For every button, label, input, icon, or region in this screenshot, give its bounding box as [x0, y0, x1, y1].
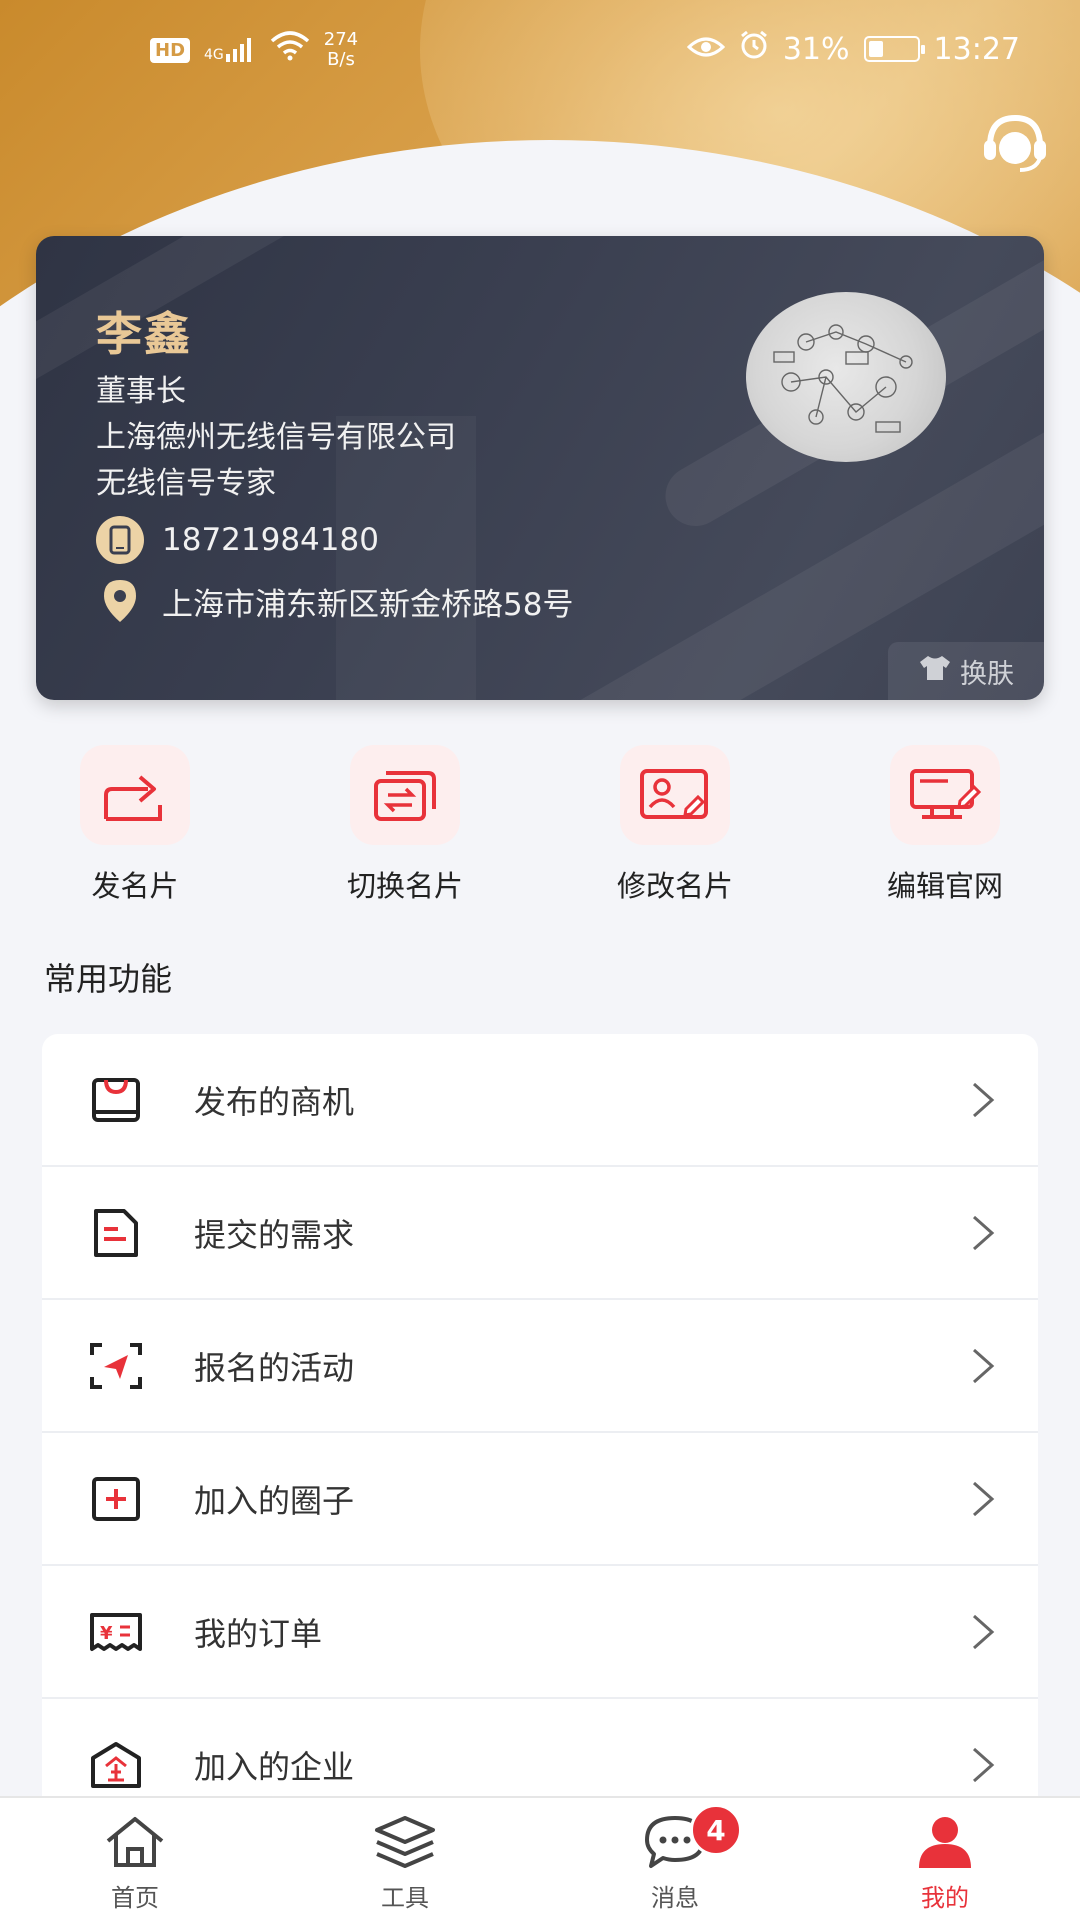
change-skin-button[interactable]: 换肤 [888, 642, 1044, 700]
chevron-right-icon [962, 1479, 1002, 1519]
card-slogan: 无线信号专家 [96, 466, 276, 501]
chevron-right-icon [962, 1745, 1002, 1785]
plus-box-icon [86, 1469, 146, 1529]
svg-text:¥: ¥ [100, 1623, 113, 1644]
quick-action-edit-website[interactable]: 编辑官网 [835, 745, 1055, 905]
signal-icon: 4G [204, 38, 256, 62]
chevron-right-icon [962, 1612, 1002, 1652]
document-icon [86, 1203, 146, 1263]
card-name: 李鑫 [96, 307, 192, 361]
card-company: 上海德州无线信号有限公司 [96, 420, 456, 455]
section-title: 常用功能 [44, 960, 173, 998]
list-item[interactable]: ¥ 我的订单 [42, 1566, 1038, 1699]
tab-home[interactable]: 首页 [0, 1798, 270, 1920]
hd-indicator: HD [150, 37, 191, 63]
shirt-icon [918, 654, 952, 689]
card-address: 上海市浦东新区新金桥路58号 [162, 586, 574, 623]
card-job-title: 董事长 [96, 374, 186, 409]
edit-card-icon [620, 745, 730, 845]
customer-service-icon[interactable] [980, 112, 1050, 174]
wifi-icon [270, 31, 310, 69]
business-card[interactable]: 李鑫 董事长 上海德州无线信号有限公司 无线信号专家 18721984180 上… [36, 236, 1044, 700]
card-phone: 18721984180 [162, 522, 379, 558]
chevron-right-icon [962, 1213, 1002, 1253]
quick-action-switch-card[interactable]: 切换名片 [295, 745, 515, 905]
card-address-row[interactable]: 上海市浦东新区新金桥路58号 [96, 578, 573, 624]
quick-action-send-card[interactable]: 发名片 [25, 745, 245, 905]
battery-icon [863, 36, 925, 62]
switch-card-icon [350, 745, 460, 845]
share-card-icon [80, 745, 190, 845]
function-list: 发布的商机 提交的需求 报名的活动 加入的圈子 ¥ 我的订单 加入的企业 [42, 1034, 1038, 1832]
quick-action-edit-card[interactable]: 修改名片 [565, 745, 785, 905]
company-icon [86, 1735, 146, 1795]
avatar [746, 292, 946, 462]
tab-tools[interactable]: 工具 [270, 1798, 540, 1920]
card-phone-row[interactable]: 18721984180 [96, 516, 379, 564]
phone-icon [96, 516, 144, 564]
tab-messages[interactable]: 4 消息 [540, 1798, 810, 1920]
eye-icon [686, 32, 726, 67]
clock: 13:27 [933, 31, 1020, 67]
alarm-icon [739, 30, 769, 68]
tab-mine[interactable]: 我的 [810, 1798, 1080, 1920]
list-item[interactable]: 提交的需求 [42, 1167, 1038, 1300]
chevron-right-icon [962, 1346, 1002, 1386]
edit-website-icon [890, 745, 1000, 845]
battery-percent: 31% [782, 31, 850, 67]
list-item[interactable]: 报名的活动 [42, 1300, 1038, 1433]
layers-icon [372, 1812, 438, 1872]
list-item[interactable]: 发布的商机 [42, 1034, 1038, 1167]
status-bar: HD 4G 274 B/s 31% 13:27 [0, 24, 1080, 84]
list-item[interactable]: 加入的圈子 [42, 1433, 1038, 1566]
user-icon [912, 1812, 978, 1872]
chevron-right-icon [962, 1080, 1002, 1120]
send-icon [86, 1336, 146, 1396]
home-icon [102, 1812, 168, 1872]
bottom-tab-bar: 首页 工具 4 消息 我的 [0, 1796, 1080, 1920]
location-icon [96, 578, 144, 624]
quick-actions: 发名片 切换名片 修改名片 编辑官网 [0, 745, 1080, 905]
ticket-icon: ¥ [86, 1602, 146, 1662]
bag-icon [86, 1070, 146, 1130]
network-speed: 274 B/s [323, 29, 359, 70]
message-count-badge: 4 [690, 1804, 742, 1856]
